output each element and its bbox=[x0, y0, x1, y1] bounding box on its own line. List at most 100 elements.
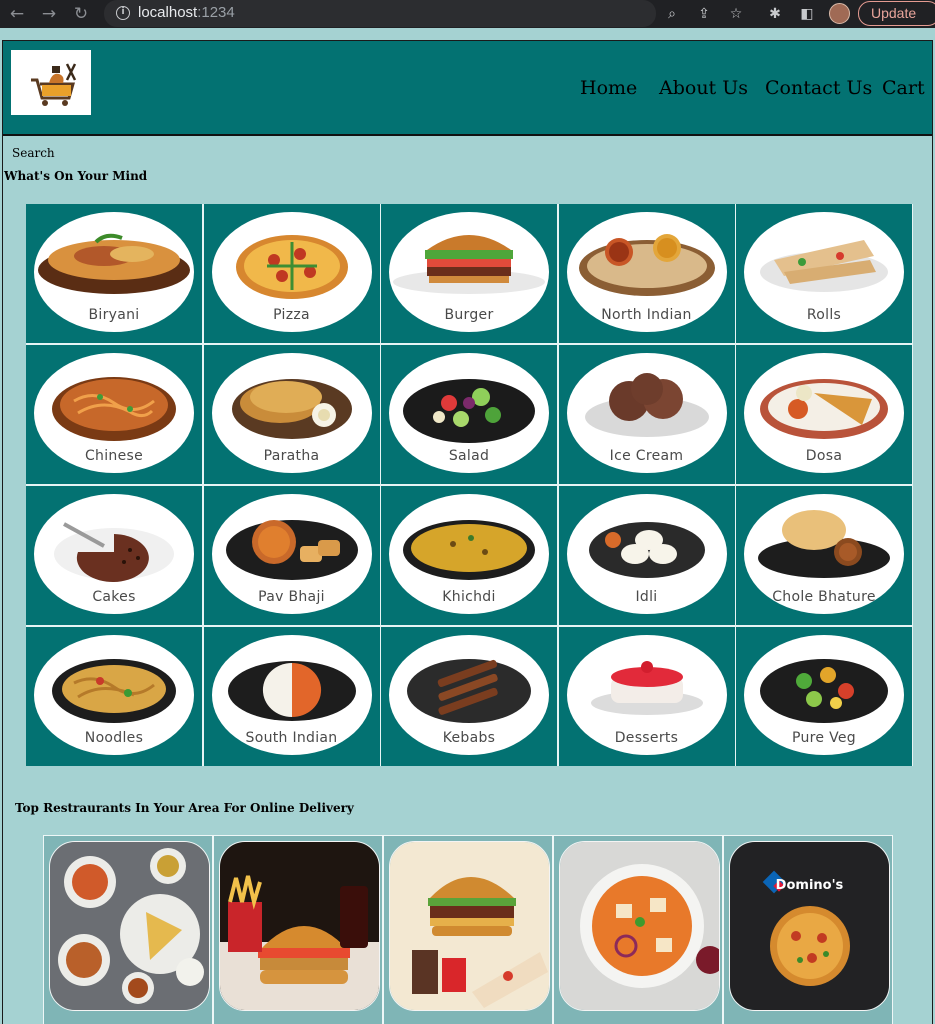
category-label: Khichdi bbox=[442, 589, 496, 605]
profile-avatar[interactable] bbox=[829, 3, 850, 24]
category-image: Desserts bbox=[566, 635, 727, 755]
category-image: Pav Bhaji bbox=[211, 494, 372, 614]
address-bar[interactable]: i localhost:1234 bbox=[104, 0, 656, 27]
category-image: Kebabs bbox=[389, 635, 549, 755]
category-tile[interactable]: Desserts bbox=[558, 627, 735, 766]
restaurant-image: Domino's bbox=[729, 841, 890, 1011]
category-image: Chinese bbox=[34, 353, 194, 473]
site-logo[interactable] bbox=[11, 50, 91, 115]
category-label: Pav Bhaji bbox=[258, 589, 325, 605]
restaurant-card[interactable] bbox=[384, 836, 554, 1024]
nav-about-us[interactable]: About Us bbox=[659, 77, 748, 99]
restaurant-image bbox=[559, 841, 720, 1011]
category-image: Cakes bbox=[34, 494, 194, 614]
category-label: Rolls bbox=[806, 307, 842, 323]
category-tile[interactable]: Pizza bbox=[203, 204, 380, 343]
nav-contact-us[interactable]: Contact Us bbox=[765, 77, 872, 99]
category-label: Kebabs bbox=[442, 730, 496, 746]
category-label: Chole Bhature bbox=[772, 589, 876, 605]
category-image: Ice Cream bbox=[566, 353, 727, 473]
dominos-pizza-image-icon bbox=[730, 842, 889, 1010]
category-tile[interactable]: Ice Cream bbox=[558, 345, 735, 484]
restaurant-image bbox=[49, 841, 210, 1011]
category-tile[interactable]: Paratha bbox=[203, 345, 380, 484]
reload-icon[interactable]: ↻ bbox=[70, 3, 92, 25]
restaurant-card[interactable] bbox=[554, 836, 724, 1024]
category-image: North Indian bbox=[566, 212, 727, 332]
category-tile[interactable]: Khichdi bbox=[381, 486, 557, 625]
thali-platter-image-icon bbox=[50, 842, 209, 1010]
category-tile[interactable]: Chole Bhature bbox=[736, 486, 912, 625]
category-label: Desserts bbox=[614, 730, 679, 746]
category-tile[interactable]: Biryani bbox=[26, 204, 202, 343]
restaurant-image bbox=[219, 841, 380, 1011]
category-label: Idli bbox=[635, 589, 658, 605]
burger-fries-image-icon bbox=[220, 842, 379, 1010]
restaurant-card[interactable] bbox=[214, 836, 384, 1024]
category-image: Noodles bbox=[34, 635, 194, 755]
category-image: Rolls bbox=[744, 212, 904, 332]
category-label: Paratha bbox=[263, 448, 320, 464]
burger-wrap-combo-image-icon bbox=[390, 842, 549, 1010]
restaurants-section-title: Top Restraurants In Your Area For Online… bbox=[15, 801, 354, 815]
category-tile[interactable]: Pav Bhaji bbox=[203, 486, 380, 625]
category-image: Idli bbox=[566, 494, 727, 614]
category-tile[interactable]: Rolls bbox=[736, 204, 912, 343]
nav-home[interactable]: Home bbox=[580, 77, 637, 99]
back-arrow-icon[interactable]: ← bbox=[6, 3, 28, 25]
browser-toolbar: ← → ↻ i localhost:1234 ⌕ ⇪ ☆ ✱ ◧ Update bbox=[0, 0, 935, 28]
category-label: Noodles bbox=[84, 730, 144, 746]
share-icon[interactable]: ⇪ bbox=[694, 3, 714, 25]
category-tile[interactable]: Noodles bbox=[26, 627, 202, 766]
restaurant-card[interactable]: Domino's bbox=[724, 836, 894, 1024]
url-text: localhost:1234 bbox=[138, 4, 235, 21]
nav-cart[interactable]: Cart bbox=[882, 77, 925, 99]
restaurant-card[interactable] bbox=[44, 836, 214, 1024]
site-header: Home About Us Contact Us Cart bbox=[3, 41, 932, 136]
category-grid: Biryani Pizza Burger North Indian Rolls Chine… bbox=[26, 204, 913, 766]
category-image: Khichdi bbox=[389, 494, 549, 614]
search-label[interactable]: Search bbox=[12, 146, 55, 160]
category-image: Biryani bbox=[34, 212, 194, 332]
category-tile[interactable]: Cakes bbox=[26, 486, 202, 625]
curry-bowl-image-icon bbox=[560, 842, 719, 1010]
category-image: Chole Bhature bbox=[744, 494, 904, 614]
category-label: Chinese bbox=[84, 448, 144, 464]
category-image: Dosa bbox=[744, 353, 904, 473]
site-info-icon[interactable]: i bbox=[116, 6, 130, 20]
forward-arrow-icon[interactable]: → bbox=[38, 3, 60, 25]
category-label: Cakes bbox=[92, 589, 136, 605]
category-label: Burger bbox=[444, 307, 494, 323]
category-image: Pizza bbox=[211, 212, 372, 332]
category-image: Pure Veg bbox=[744, 635, 904, 755]
category-label: Biryani bbox=[88, 307, 140, 323]
extensions-icon[interactable]: ✱ bbox=[765, 3, 785, 25]
category-tile[interactable]: Kebabs bbox=[381, 627, 557, 766]
category-tile[interactable]: Chinese bbox=[26, 345, 202, 484]
category-tile[interactable]: Salad bbox=[381, 345, 557, 484]
update-button[interactable]: Update bbox=[858, 1, 935, 26]
page: Home About Us Contact Us Cart Search Wha… bbox=[2, 40, 933, 1024]
category-image: Paratha bbox=[211, 353, 372, 473]
category-tile[interactable]: South Indian bbox=[203, 627, 380, 766]
category-label: Pure Veg bbox=[792, 730, 856, 746]
restaurant-brand: Domino's bbox=[775, 878, 844, 893]
bookmark-star-icon[interactable]: ☆ bbox=[726, 3, 746, 25]
category-label: North Indian bbox=[601, 307, 692, 323]
restaurant-image bbox=[389, 841, 550, 1011]
category-tile[interactable]: North Indian bbox=[558, 204, 735, 343]
zoom-icon[interactable]: ⌕ bbox=[662, 3, 682, 25]
category-tile[interactable]: Dosa bbox=[736, 345, 912, 484]
category-tile[interactable]: Pure Veg bbox=[736, 627, 912, 766]
category-label: Ice Cream bbox=[609, 448, 684, 464]
side-panel-icon[interactable]: ◧ bbox=[797, 3, 817, 25]
category-label: South Indian bbox=[245, 730, 338, 746]
category-label: Pizza bbox=[273, 307, 310, 323]
category-image: Burger bbox=[389, 212, 549, 332]
mind-section-title: What's On Your Mind bbox=[4, 169, 148, 183]
category-image: Salad bbox=[389, 353, 549, 473]
category-label: Dosa bbox=[805, 448, 843, 464]
category-image: South Indian bbox=[211, 635, 372, 755]
category-tile[interactable]: Burger bbox=[381, 204, 557, 343]
category-tile[interactable]: Idli bbox=[558, 486, 735, 625]
